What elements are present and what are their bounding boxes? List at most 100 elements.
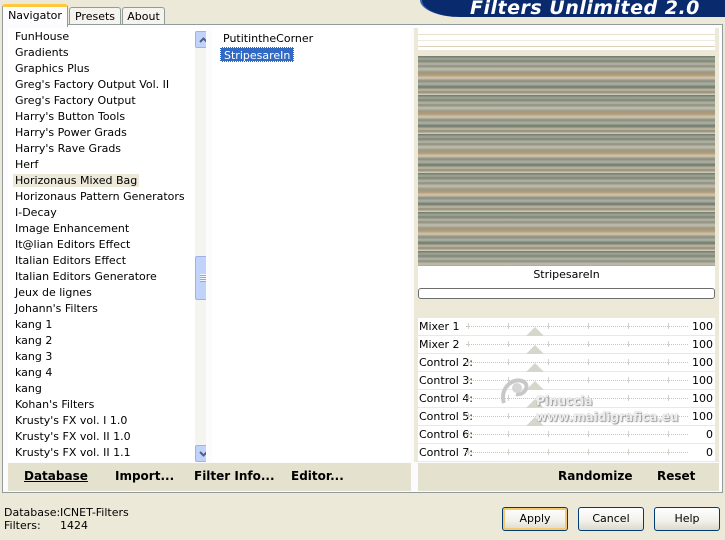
tab-navigator[interactable]: Navigator (2, 4, 68, 27)
slider-tick (668, 449, 669, 455)
control-slider-row[interactable]: Control 6: 0 (418, 426, 715, 444)
category-item[interactable]: Jeux de lignes (8, 285, 188, 301)
category-item[interactable]: Krusty's FX vol. II 1.0 (8, 429, 188, 445)
cancel-button[interactable]: Cancel (578, 507, 644, 531)
slider-tick (588, 341, 589, 347)
category-item[interactable]: kang 2 (8, 333, 188, 349)
slider-tick (588, 395, 589, 401)
category-item[interactable]: I-Decay (8, 205, 188, 221)
category-item[interactable]: Greg's Factory Output Vol. II (8, 77, 188, 93)
control-slider-row[interactable]: Mixer 2 100 (418, 336, 715, 354)
chevron-down-icon (199, 450, 206, 457)
control-slider-row[interactable]: Control 4: 100 (418, 390, 715, 408)
category-item[interactable]: Herf (8, 157, 188, 173)
category-item[interactable]: Johann's Filters (8, 301, 188, 317)
slider-tick (508, 395, 509, 401)
slider-track[interactable] (466, 416, 688, 417)
control-value: 100 (692, 356, 713, 369)
slider-track[interactable] (466, 362, 688, 363)
category-item[interactable]: Italian Editors Effect (8, 253, 188, 269)
slider-tick (548, 395, 549, 401)
category-list[interactable]: FunHouse Gradients Graphics Plus Greg's Fac… (8, 28, 206, 462)
category-item-label: Graphics Plus (15, 62, 90, 75)
slider-tick (468, 431, 469, 437)
category-item[interactable]: Italian Editors Generatore (8, 269, 188, 285)
help-button[interactable]: Help (654, 507, 720, 531)
category-item[interactable]: kang (8, 381, 188, 397)
category-item[interactable]: Image Enhancement (8, 221, 188, 237)
scroll-thumb[interactable] (195, 256, 206, 300)
control-slider-row[interactable]: Mixer 1 100 (418, 318, 715, 336)
category-item-label: Horizonaus Mixed Bag (13, 174, 140, 187)
banner-title: Filters Unlimited 2.0 (470, 0, 700, 19)
category-item[interactable]: It@lian Editors Effect (8, 237, 188, 253)
slider-thumb[interactable] (526, 399, 544, 408)
slider-tick (668, 359, 669, 365)
filter-info-button[interactable]: Filter Info... (194, 469, 275, 483)
category-item[interactable]: kang 3 (8, 349, 188, 365)
import-button[interactable]: Import... (115, 469, 174, 483)
slider-track[interactable] (466, 434, 688, 435)
control-slider-row[interactable]: Control 5: 100 (418, 408, 715, 426)
category-item-label: kang 2 (15, 334, 53, 347)
category-item-label: Gradients (15, 46, 69, 59)
control-slider-row[interactable]: Control 2: 100 (418, 354, 715, 372)
editor-button[interactable]: Editor... (291, 469, 344, 483)
scroll-up-button[interactable] (195, 31, 206, 48)
database-button[interactable]: Database (24, 469, 88, 483)
category-item[interactable]: Harry's Power Grads (8, 125, 188, 141)
apply-button[interactable]: Apply (502, 507, 568, 531)
category-item-label: Krusty's FX vol. II 1.1 (15, 446, 131, 459)
scroll-down-button[interactable] (195, 445, 206, 462)
category-item[interactable]: Harry's Button Tools (8, 109, 188, 125)
slider-track[interactable] (466, 326, 688, 327)
slider-tick (668, 431, 669, 437)
control-value: 100 (692, 392, 713, 405)
category-item[interactable]: Kohan's Filters (8, 397, 188, 413)
slider-tick (628, 449, 629, 455)
slider-tick (468, 413, 469, 419)
slider-tick (548, 323, 549, 329)
slider-tick (508, 413, 509, 419)
slider-tick (588, 431, 589, 437)
category-item[interactable]: Horizonaus Pattern Generators (8, 189, 188, 205)
control-slider-row[interactable]: Control 3: 100 (418, 372, 715, 390)
slider-tick (668, 341, 669, 347)
category-item[interactable]: FunHouse (8, 29, 188, 45)
slider-tick (628, 341, 629, 347)
category-item-label: I-Decay (15, 206, 57, 219)
category-scrollbar[interactable] (195, 31, 206, 462)
randomize-button[interactable]: Randomize (558, 469, 632, 483)
category-item[interactable]: Gradients (8, 45, 188, 61)
category-item-selected[interactable]: Horizonaus Mixed Bag (8, 173, 188, 189)
slider-track[interactable] (466, 380, 688, 381)
category-item-label: kang (15, 382, 42, 395)
control-label: Mixer 2 (419, 338, 460, 351)
filter-item[interactable]: PutitintheCorner (220, 31, 316, 46)
control-slider-row[interactable]: Control 7: 0 (418, 444, 715, 462)
reset-button[interactable]: Reset (657, 469, 695, 483)
control-label: Control 5: (419, 410, 473, 423)
slider-tick (548, 341, 549, 347)
filter-item-selected[interactable]: StripesareIn (220, 47, 295, 62)
category-item[interactable]: Harry's Rave Grads (8, 141, 188, 157)
slider-track[interactable] (466, 398, 688, 399)
slider-track[interactable] (466, 452, 688, 453)
slider-thumb[interactable] (526, 345, 544, 354)
category-item[interactable]: Graphics Plus (8, 61, 188, 77)
slider-thumb[interactable] (526, 417, 544, 426)
category-item[interactable]: Greg's Factory Output (8, 93, 188, 109)
category-item[interactable]: kang 1 (8, 317, 188, 333)
slider-tick (588, 377, 589, 383)
current-filter-name: StripesareIn (533, 268, 600, 281)
slider-thumb[interactable] (526, 381, 544, 390)
slider-tick (548, 431, 549, 437)
slider-tick (508, 323, 509, 329)
category-item[interactable]: Krusty's FX vol. I 1.0 (8, 413, 188, 429)
slider-track[interactable] (466, 344, 688, 345)
category-item[interactable]: Krusty's FX vol. II 1.1 (8, 445, 188, 461)
category-item[interactable]: kang 4 (8, 365, 188, 381)
slider-thumb[interactable] (526, 363, 544, 372)
filter-list[interactable]: PutitintheCorner StripesareIn (212, 28, 411, 462)
slider-thumb[interactable] (526, 327, 544, 336)
